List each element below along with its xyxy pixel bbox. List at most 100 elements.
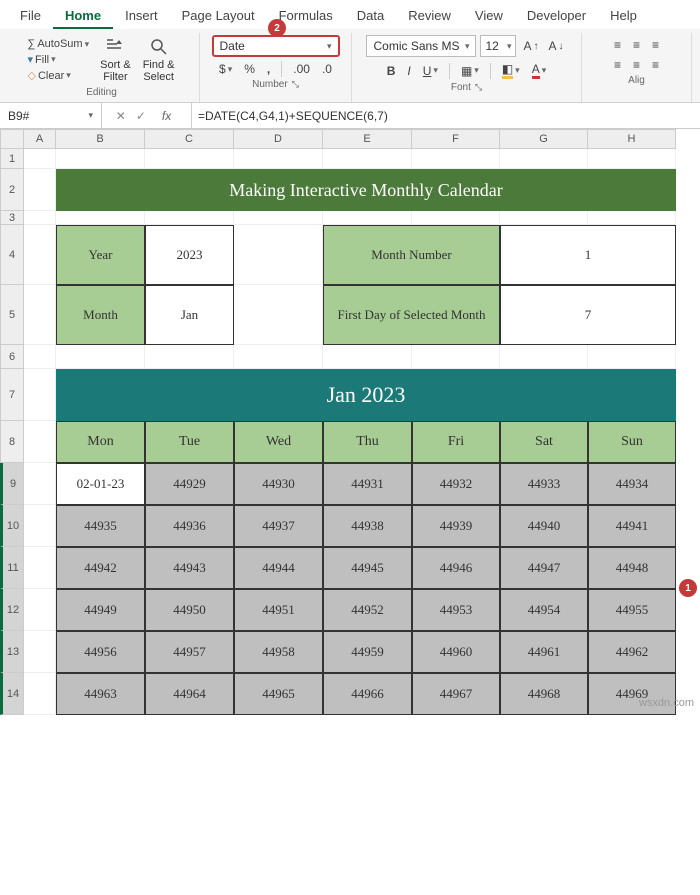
col-header-a[interactable]: A [24, 129, 56, 149]
enter-icon[interactable]: ✓ [136, 109, 146, 123]
tab-insert[interactable]: Insert [113, 4, 170, 29]
cell[interactable] [412, 211, 500, 225]
calendar-cell[interactable]: 44962 [588, 631, 676, 673]
row-header[interactable]: 13 [0, 631, 24, 673]
calendar-cell[interactable]: 44932 [412, 463, 500, 505]
calendar-cell[interactable]: 44951 [234, 589, 323, 631]
row-header[interactable]: 3 [0, 211, 24, 225]
day-header[interactable]: Mon [56, 421, 145, 463]
currency-icon[interactable]: $▾ [216, 61, 235, 77]
tab-home[interactable]: Home [53, 4, 113, 29]
cell[interactable] [588, 149, 676, 169]
autosum-button[interactable]: ∑AutoSum▾ [25, 37, 93, 51]
calendar-cell[interactable]: 44956 [56, 631, 145, 673]
row-header[interactable]: 10 [0, 505, 24, 547]
cell[interactable] [500, 345, 588, 369]
cell[interactable] [24, 285, 56, 345]
day-header[interactable]: Sat [500, 421, 588, 463]
clear-button[interactable]: ◇Clear▾ [25, 68, 93, 83]
tab-help[interactable]: Help [598, 4, 649, 29]
cell[interactable]: Month [56, 285, 145, 345]
row-header[interactable]: 11 [0, 547, 24, 589]
calendar-cell[interactable]: 44947 [500, 547, 588, 589]
font-size-dropdown[interactable]: 12▾ [480, 35, 516, 57]
fill-color-icon[interactable]: ◧▾ [499, 61, 523, 80]
col-header-d[interactable]: D [234, 129, 323, 149]
row-header[interactable]: 4 [0, 225, 24, 285]
calendar-cell[interactable]: 44949 [56, 589, 145, 631]
calendar-cell[interactable]: 44952 [323, 589, 412, 631]
tab-data[interactable]: Data [345, 4, 396, 29]
cell[interactable] [323, 211, 412, 225]
cell[interactable] [24, 421, 56, 463]
calendar-cell[interactable]: 44957 [145, 631, 234, 673]
cell[interactable] [588, 211, 676, 225]
calendar-cell[interactable]: 44961 [500, 631, 588, 673]
tab-file[interactable]: File [8, 4, 53, 29]
day-header[interactable]: Thu [323, 421, 412, 463]
calendar-cell[interactable]: 44963 [56, 673, 145, 715]
tab-review[interactable]: Review [396, 4, 463, 29]
cell[interactable] [24, 149, 56, 169]
day-header[interactable]: Tue [145, 421, 234, 463]
cell[interactable] [145, 211, 234, 225]
cell[interactable] [500, 149, 588, 169]
align-right-icon[interactable]: ≡ [649, 57, 662, 73]
calendar-cell[interactable]: 44945 [323, 547, 412, 589]
bold-icon[interactable]: B [384, 63, 399, 79]
calendar-cell[interactable]: 44938 [323, 505, 412, 547]
align-top-icon[interactable]: ≡ [611, 37, 624, 53]
comma-icon[interactable]: , [264, 61, 273, 77]
calendar-cell[interactable]: 44950 [145, 589, 234, 631]
row-header[interactable]: 1 [0, 149, 24, 169]
cell[interactable] [24, 345, 56, 369]
worksheet[interactable]: A B C D E F G H 12Making Interactive Mon… [0, 129, 700, 715]
cell[interactable] [323, 149, 412, 169]
tab-view[interactable]: View [463, 4, 515, 29]
day-header[interactable]: Wed [234, 421, 323, 463]
select-all-corner[interactable] [0, 129, 24, 149]
cell[interactable] [24, 169, 56, 211]
calendar-cell[interactable]: 44930 [234, 463, 323, 505]
align-bottom-icon[interactable]: ≡ [649, 37, 662, 53]
align-center-icon[interactable]: ≡ [630, 57, 643, 73]
col-header-e[interactable]: E [323, 129, 412, 149]
calendar-cell[interactable]: 44967 [412, 673, 500, 715]
decrease-font-icon[interactable]: A↓ [546, 38, 567, 54]
row-header[interactable]: 9 [0, 463, 24, 505]
calendar-cell[interactable]: 44964 [145, 673, 234, 715]
col-header-f[interactable]: F [412, 129, 500, 149]
calendar-cell[interactable]: 44968 [500, 673, 588, 715]
row-header[interactable]: 5 [0, 285, 24, 345]
sort-filter-button[interactable]: Sort & Filter [96, 35, 135, 85]
row-header[interactable]: 14 [0, 673, 24, 715]
cell[interactable] [412, 149, 500, 169]
cell[interactable] [56, 211, 145, 225]
cell[interactable] [24, 547, 56, 589]
cell[interactable] [145, 345, 234, 369]
cell[interactable] [234, 211, 323, 225]
calendar-cell[interactable]: 44931 [323, 463, 412, 505]
cell[interactable]: 2023 [145, 225, 234, 285]
decrease-decimal-icon[interactable]: .0 [319, 61, 335, 77]
italic-icon[interactable]: I [404, 63, 413, 79]
calendar-cell[interactable]: 44948 [588, 547, 676, 589]
calendar-cell[interactable]: 44941 [588, 505, 676, 547]
cell[interactable] [500, 211, 588, 225]
cell[interactable] [24, 505, 56, 547]
dialog-launcher-icon[interactable]: ⤡ [292, 79, 299, 90]
cell[interactable] [234, 149, 323, 169]
cell[interactable] [323, 345, 412, 369]
calendar-cell[interactable]: 44942 [56, 547, 145, 589]
cell[interactable] [234, 225, 323, 285]
calendar-cell[interactable]: 44936 [145, 505, 234, 547]
cell[interactable] [588, 345, 676, 369]
col-header-b[interactable]: B [56, 129, 145, 149]
cell[interactable] [24, 589, 56, 631]
calendar-cell[interactable]: 44960 [412, 631, 500, 673]
cell[interactable] [24, 631, 56, 673]
calendar-cell[interactable]: 44958 [234, 631, 323, 673]
cell[interactable]: First Day of Selected Month [323, 285, 500, 345]
calendar-cell[interactable]: 44929 [145, 463, 234, 505]
calendar-cell[interactable]: 44966 [323, 673, 412, 715]
